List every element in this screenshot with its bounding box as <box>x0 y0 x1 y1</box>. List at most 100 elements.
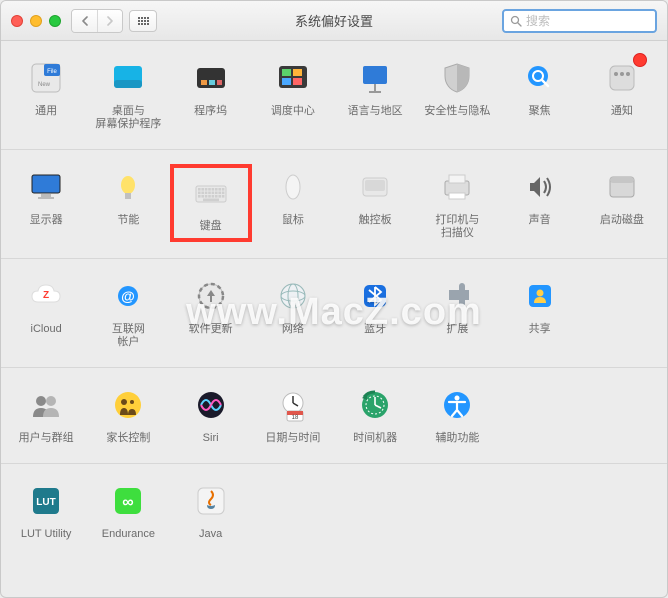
pref-mouse[interactable]: 鼠标 <box>252 164 334 242</box>
internet-icon: @ <box>108 276 148 316</box>
endurance-icon: ∞ <box>108 481 148 521</box>
timemachine-iconbox <box>354 384 396 426</box>
general-iconbox: File New <box>25 57 67 99</box>
sharing-icon <box>520 276 560 316</box>
pref-spotlight[interactable]: 聚焦 <box>499 55 581 133</box>
network-icon <box>273 276 313 316</box>
pref-label: 节能 <box>117 214 139 227</box>
minimize-window-button[interactable] <box>30 15 42 27</box>
pref-siri[interactable]: Siri <box>170 382 252 447</box>
pref-dock[interactable]: 程序坞 <box>170 55 252 133</box>
show-all-button[interactable] <box>129 10 157 32</box>
desktop-icon <box>108 58 148 98</box>
zoom-window-button[interactable] <box>49 15 61 27</box>
pref-displays[interactable]: 显示器 <box>5 164 87 242</box>
pref-accessibility[interactable]: 辅助功能 <box>416 382 498 447</box>
pref-label: 共享 <box>529 323 551 336</box>
pref-bluetooth[interactable]: 蓝牙 <box>334 273 416 351</box>
notification-badge <box>633 53 647 67</box>
grid-icon <box>138 17 149 25</box>
nav-back-forward <box>71 9 123 33</box>
pref-sound[interactable]: 声音 <box>499 164 581 242</box>
pref-lut[interactable]: LUT LUT Utility <box>5 478 87 543</box>
close-window-button[interactable] <box>11 15 23 27</box>
parental-iconbox <box>107 384 149 426</box>
notifications-iconbox <box>601 57 643 99</box>
endurance-iconbox: ∞ <box>107 480 149 522</box>
pref-section-0: File New 通用 桌面与 屏幕保护程序程序坞调度中心语言与地区安全性与隐私聚焦通… <box>1 41 667 150</box>
pref-label: 扩展 <box>446 323 468 336</box>
pref-sharing[interactable]: 共享 <box>499 273 581 351</box>
svg-text:∞: ∞ <box>123 494 134 511</box>
pref-label: 打印机与 扫描仪 <box>435 214 479 240</box>
icloud-icon: Z <box>26 276 66 316</box>
search-field[interactable] <box>502 9 657 33</box>
pref-users[interactable]: 用户与群组 <box>5 382 87 447</box>
pref-startup[interactable]: 启动磁盘 <box>581 164 663 242</box>
software-iconbox <box>190 275 232 317</box>
pref-icloud[interactable]: ZiCloud <box>5 273 87 351</box>
pref-network[interactable]: 网络 <box>252 273 334 351</box>
pref-label: 互联网 帐户 <box>112 323 145 349</box>
spotlight-icon <box>520 58 560 98</box>
svg-text:File: File <box>47 69 57 75</box>
pref-java[interactable]: Java <box>170 478 252 543</box>
pref-section-1: 显示器 节能 键盘鼠标触控板打印机与 扫描仪声音启动磁盘 <box>1 150 667 259</box>
pref-trackpad[interactable]: 触控板 <box>334 164 416 242</box>
pref-keyboard[interactable]: 键盘 <box>176 170 246 235</box>
highlight-box: 键盘 <box>170 164 252 242</box>
pref-mission[interactable]: 调度中心 <box>252 55 334 133</box>
accessibility-iconbox <box>436 384 478 426</box>
pref-security[interactable]: 安全性与隐私 <box>416 55 498 133</box>
bluetooth-icon <box>355 276 395 316</box>
svg-text:New: New <box>38 82 51 88</box>
sharing-iconbox <box>519 275 561 317</box>
pref-label: 显示器 <box>30 214 63 227</box>
pref-label: Endurance <box>102 528 155 541</box>
startup-iconbox <box>601 166 643 208</box>
pref-label: 启动磁盘 <box>600 214 644 227</box>
pref-energy[interactable]: 节能 <box>87 164 169 242</box>
pref-extensions[interactable]: 扩展 <box>416 273 498 351</box>
pref-section-3: 用户与群组家长控制 Siri 18日期与时间时间机器辅助功能 <box>1 368 667 464</box>
pref-timemachine[interactable]: 时间机器 <box>334 382 416 447</box>
pref-parental[interactable]: 家长控制 <box>87 382 169 447</box>
mouse-icon <box>273 167 313 207</box>
pref-label: 辅助功能 <box>435 432 479 445</box>
displays-icon <box>26 167 66 207</box>
keyboard-icon <box>191 173 231 213</box>
back-button[interactable] <box>72 10 97 32</box>
pref-label: LUT Utility <box>21 528 72 541</box>
bluetooth-iconbox <box>354 275 396 317</box>
search-input[interactable] <box>526 14 649 28</box>
pref-printers[interactable]: 打印机与 扫描仪 <box>416 164 498 242</box>
siri-icon <box>191 385 231 425</box>
pref-label: 网络 <box>282 323 304 336</box>
pref-notifications[interactable]: 通知 <box>581 55 663 133</box>
pref-label: Java <box>199 528 222 541</box>
pref-datetime[interactable]: 18日期与时间 <box>252 382 334 447</box>
forward-button[interactable] <box>97 10 122 32</box>
security-iconbox <box>436 57 478 99</box>
icloud-iconbox: Z <box>25 275 67 317</box>
svg-text:@: @ <box>122 288 136 304</box>
printers-iconbox <box>436 166 478 208</box>
pref-label: 通用 <box>35 105 57 118</box>
pref-label: Siri <box>203 432 219 445</box>
timemachine-icon <box>355 385 395 425</box>
pref-label: 语言与地区 <box>348 105 403 118</box>
java-icon <box>191 481 231 521</box>
extensions-icon <box>437 276 477 316</box>
lut-icon: LUT <box>26 481 66 521</box>
pref-endurance[interactable]: ∞ Endurance <box>87 478 169 543</box>
spotlight-iconbox <box>519 57 561 99</box>
pref-language[interactable]: 语言与地区 <box>334 55 416 133</box>
pref-label: 软件更新 <box>189 323 233 336</box>
startup-icon <box>602 167 642 207</box>
pref-desktop[interactable]: 桌面与 屏幕保护程序 <box>87 55 169 133</box>
pref-label: 日期与时间 <box>265 432 320 445</box>
siri-iconbox <box>190 384 232 426</box>
pref-general[interactable]: File New 通用 <box>5 55 87 133</box>
pref-software[interactable]: 软件更新 <box>170 273 252 351</box>
pref-internet[interactable]: @ 互联网 帐户 <box>87 273 169 351</box>
